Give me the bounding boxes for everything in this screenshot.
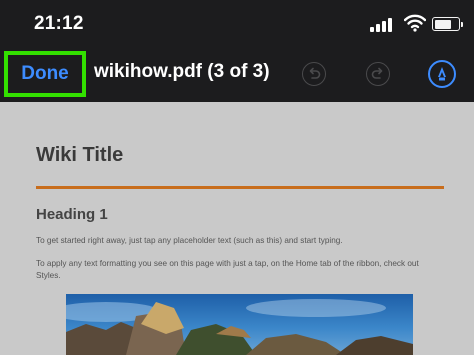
- paragraph-1: To get started right away, just tap any …: [36, 236, 343, 245]
- section-heading: Heading 1: [36, 206, 108, 223]
- markup-button[interactable]: [428, 60, 456, 88]
- status-bar: 21:12: [0, 0, 474, 48]
- cellular-signal-icon: [370, 16, 396, 32]
- undo-button[interactable]: [302, 62, 326, 86]
- document-title: wikihow.pdf (3 of 3): [94, 61, 270, 82]
- paragraph-2: To apply any text formatting you see on …: [36, 259, 419, 280]
- title-divider: [36, 186, 444, 189]
- pdf-page[interactable]: Wiki Title Heading 1 To get started righ…: [0, 102, 474, 355]
- status-time: 21:12: [34, 13, 84, 34]
- battery-icon: [432, 17, 463, 31]
- redo-icon: [371, 67, 383, 79]
- nav-bar: Done wikihow.pdf (3 of 3): [0, 48, 474, 102]
- redo-button[interactable]: [366, 62, 390, 86]
- done-button[interactable]: Done: [4, 51, 86, 97]
- landscape-photo: [66, 294, 413, 355]
- document-heading: Wiki Title: [36, 144, 124, 166]
- undo-icon: [309, 67, 321, 79]
- markup-icon: [438, 67, 446, 81]
- wifi-icon: [404, 14, 426, 32]
